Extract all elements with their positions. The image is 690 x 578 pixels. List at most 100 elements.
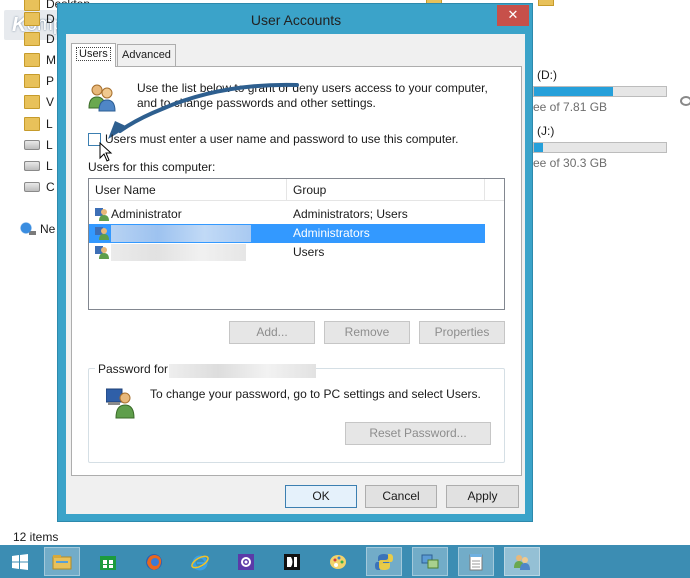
user-accounts-icon [514, 554, 530, 570]
dialog-title: User Accounts [250, 12, 342, 28]
add-button[interactable]: Add... [229, 321, 315, 344]
firefox-icon [146, 553, 162, 570]
taskbar-user-accounts[interactable] [504, 547, 540, 576]
mouse-cursor-icon [99, 142, 113, 162]
user-accounts-dialog: User Accounts ✕ Users Advanced Use the l… [57, 3, 533, 522]
row-user-name: Administrator [111, 207, 182, 221]
drive-icon [24, 182, 40, 192]
users-tab-panel: Use the list below to grant or deny user… [71, 66, 522, 476]
nav-item-folder[interactable]: D [24, 9, 55, 29]
column-header-group[interactable]: Group [287, 179, 485, 201]
ok-button[interactable]: OK [285, 485, 357, 508]
folder-icon [24, 53, 40, 67]
folder-icon [24, 74, 40, 88]
nav-item-drive[interactable]: C [24, 177, 55, 197]
folder-icon [24, 117, 40, 131]
remove-button[interactable]: Remove [324, 321, 410, 344]
row-group: Administrators; Users [293, 207, 408, 221]
password-groupbox [88, 368, 505, 463]
table-row[interactable]: Administrators [89, 224, 485, 243]
nav-item-label: M [46, 53, 56, 67]
nav-item-label: L [46, 117, 53, 131]
redacted-user-name [111, 244, 246, 261]
internet-explorer-icon [191, 555, 209, 570]
taskbar-paint[interactable] [320, 547, 356, 576]
drive-icon [24, 161, 40, 171]
nav-item-folder[interactable]: P [24, 71, 54, 91]
users-listview[interactable]: User Name Group Administrator Administra… [88, 178, 505, 310]
notepad-icon [469, 553, 483, 570]
folder-icon [24, 32, 40, 46]
tab-users-label: Users [76, 47, 111, 61]
table-row[interactable]: Users [89, 243, 485, 262]
close-icon: ✕ [507, 7, 519, 22]
drive-label: (J:) [537, 124, 555, 138]
cancel-button[interactable]: Cancel [365, 485, 437, 508]
row-group: Users [293, 245, 325, 259]
folder-icon [24, 12, 40, 26]
nav-item-network[interactable]: Ne [40, 222, 55, 236]
listview-header: User Name Group [89, 179, 504, 201]
nav-item-label: C [46, 180, 55, 194]
password-help-text: To change your password, go to PC settin… [150, 387, 481, 401]
drive-usage-bar [533, 86, 667, 97]
drive-free-text: ee of 30.3 GB [533, 156, 608, 170]
reset-password-button[interactable]: Reset Password... [345, 422, 491, 445]
taskbar-store[interactable] [90, 547, 126, 576]
drive-icon [24, 140, 40, 150]
network-icon [421, 554, 439, 568]
user-icon [95, 208, 109, 221]
nav-item-label: D [46, 12, 55, 26]
nav-item-folder[interactable]: V [24, 92, 54, 112]
nav-item-label: P [46, 74, 55, 88]
taskbar-app[interactable] [274, 547, 310, 576]
taskbar [0, 545, 690, 578]
tab-advanced[interactable]: Advanced [117, 44, 176, 66]
settings-icon [238, 553, 254, 570]
taskbar-settings[interactable] [228, 547, 264, 576]
table-row[interactable]: Administrator Administrators; Users [89, 205, 485, 224]
taskbar-python[interactable] [366, 547, 402, 576]
nav-item-label: L [46, 138, 53, 152]
apply-button[interactable]: Apply [446, 485, 519, 508]
user-icon [95, 246, 109, 259]
users-list-label: Users for this computer: [88, 160, 216, 174]
status-bar-item-count: 12 items [13, 530, 59, 544]
row-group: Administrators [293, 226, 370, 240]
app-icon [284, 553, 300, 570]
require-password-label[interactable]: Users must enter a user name and passwor… [105, 132, 459, 146]
properties-button[interactable]: Properties [419, 321, 505, 344]
close-button[interactable]: ✕ [497, 5, 529, 26]
start-button[interactable] [2, 547, 38, 576]
folder-icon [538, 0, 554, 6]
taskbar-network[interactable] [412, 547, 448, 576]
start-icon [12, 553, 28, 570]
folder-icon [24, 95, 40, 109]
file-explorer-icon [52, 554, 72, 569]
drive-usage-bar [533, 142, 667, 153]
column-header-user-name[interactable]: User Name [89, 179, 287, 201]
python-icon [375, 553, 393, 570]
redacted-user-name [111, 225, 251, 242]
password-group-legend: Password for [95, 362, 172, 376]
user-icon [95, 227, 109, 240]
nav-item-folder[interactable]: M [24, 50, 56, 70]
nav-item-drive[interactable]: L [24, 135, 53, 155]
nav-item-drive[interactable]: E [24, 156, 54, 176]
tab-users[interactable]: Users [71, 43, 116, 67]
nav-item-folder[interactable]: L [24, 114, 53, 134]
drive-usage-fill [534, 143, 544, 152]
nav-item-folder[interactable]: D [24, 29, 55, 49]
drive-label: (D:) [537, 68, 557, 82]
taskbar-firefox[interactable] [136, 547, 172, 576]
taskbar-notepad[interactable] [458, 547, 494, 576]
user-icon [106, 388, 135, 419]
taskbar-internet-explorer[interactable] [182, 547, 218, 576]
drive-usage-fill [534, 87, 614, 96]
nav-item-label: D [46, 32, 55, 46]
dialog-client-area: Users Advanced Use the list below to gra… [66, 34, 525, 514]
removable-drive-icon [680, 96, 690, 106]
network-icon [20, 222, 36, 236]
taskbar-file-explorer[interactable] [44, 547, 80, 576]
nav-item-label: V [46, 95, 55, 109]
